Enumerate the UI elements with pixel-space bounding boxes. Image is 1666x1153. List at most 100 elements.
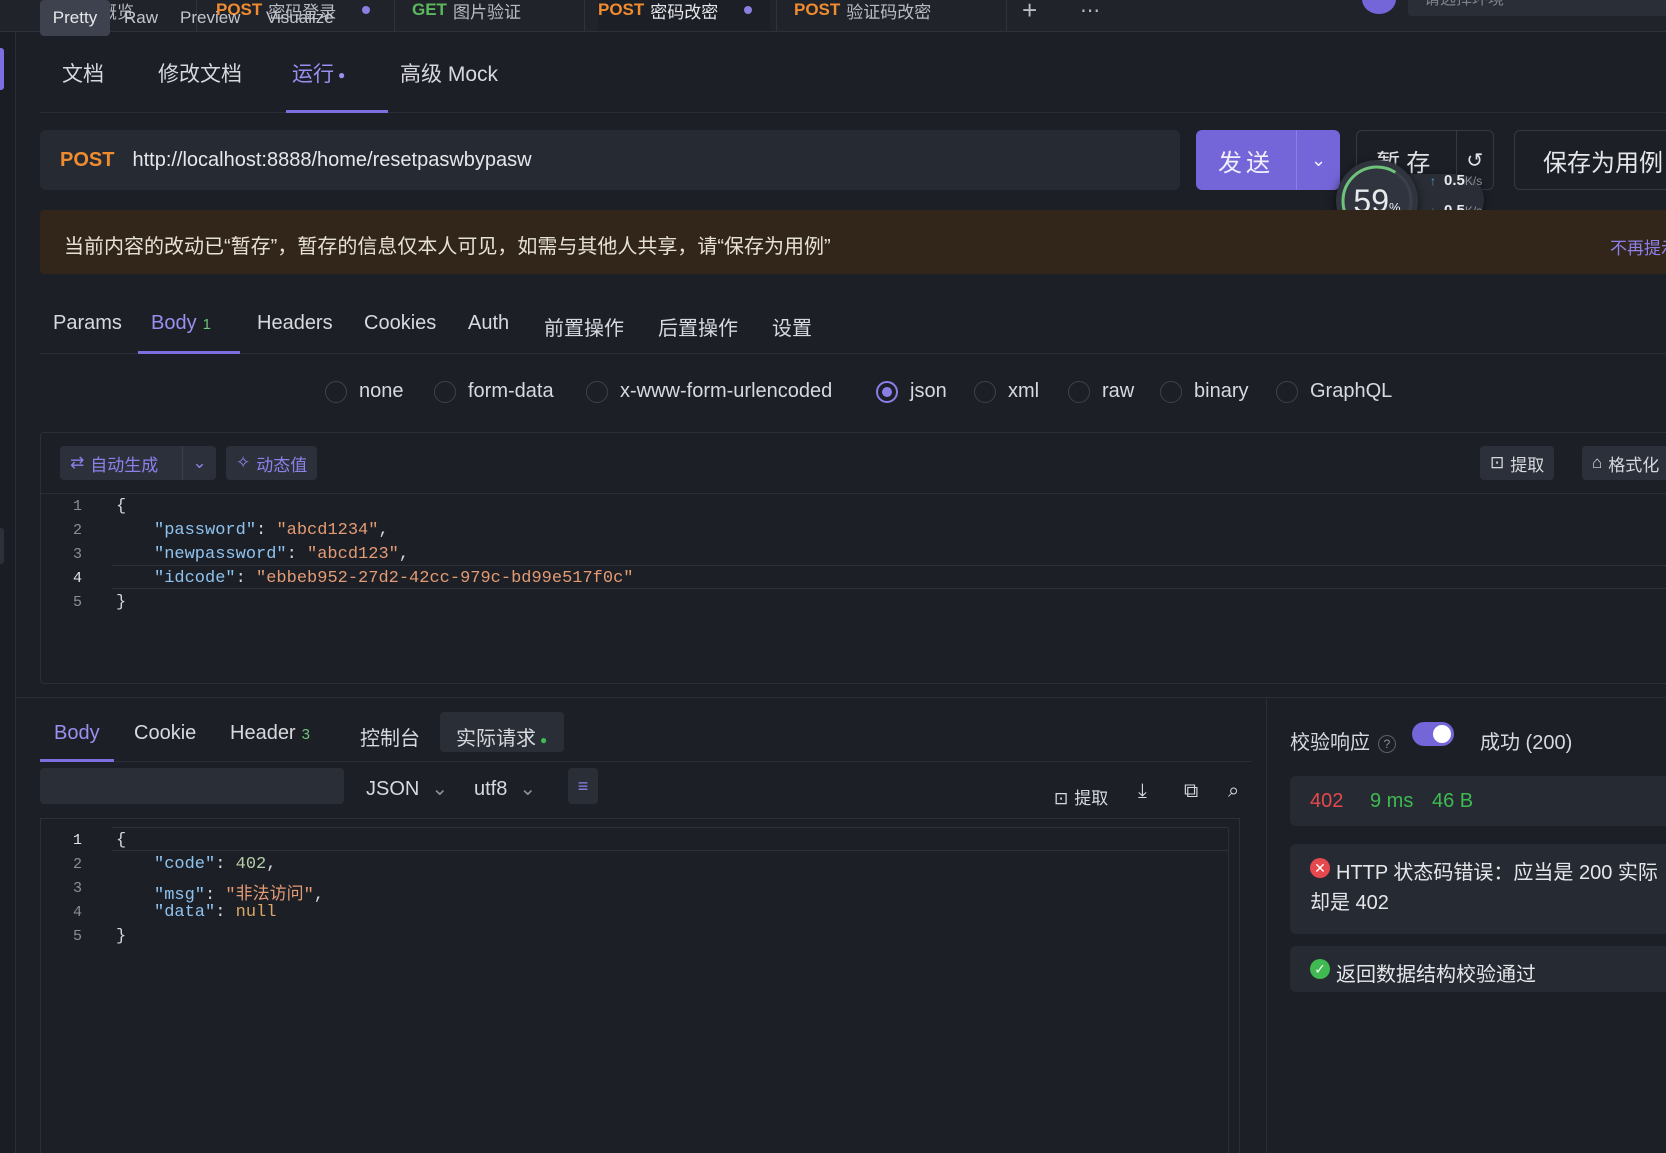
code-line[interactable]: "password": "abcd1234", (154, 521, 389, 540)
view-raw[interactable]: Raw (124, 0, 158, 36)
tab-password-change[interactable]: POST 密码改密 (598, 0, 771, 31)
code-line[interactable]: { (116, 497, 126, 516)
scrollbar-track[interactable] (1228, 828, 1229, 1153)
code-line[interactable]: "idcode": "ebbeb952-27d2-42cc-979c-bd99e… (154, 569, 634, 588)
radio-form-data[interactable]: form-data (434, 380, 554, 403)
dynamic-value-button[interactable]: ✧ 动态值 (226, 446, 318, 480)
resp-tab-cookie[interactable]: Cookie (134, 722, 196, 745)
code-line[interactable]: "msg": "非法访问", (154, 879, 324, 905)
tab-label: 图片验证 (452, 2, 521, 22)
swap-icon: ⇄ (70, 453, 85, 472)
send-label: 发送 (1218, 149, 1274, 177)
save-as-case-button[interactable]: 保存为用例 (1514, 130, 1666, 190)
add-tab-icon[interactable]: + (1022, 0, 1037, 31)
url-input[interactable]: http://localhost:8888/home/resetpaswbypa… (132, 149, 531, 172)
radio-urlencoded[interactable]: x-www-form-urlencoded (586, 380, 832, 403)
extract-icon: ⊡ (1490, 453, 1505, 472)
format-icon: ⌂ (1592, 453, 1603, 472)
banner-text: 当前内容的改动已“暂存”，暂存的信息仅本人可见，如需与其他人共享，请“保存为用例… (64, 236, 831, 258)
code-line[interactable]: "code": 402, (154, 855, 276, 874)
method-badge: POST (794, 0, 841, 19)
resp-tab-body[interactable]: Body (54, 722, 100, 745)
tab-run[interactable]: 运行 ● (292, 58, 345, 88)
tab-headers[interactable]: Headers (257, 312, 333, 335)
resp-tab-header[interactable]: Header 3 (230, 722, 310, 745)
unsaved-dot: ● (338, 68, 346, 83)
copy-icon[interactable]: ⧉ (1184, 780, 1198, 803)
active-subtab-indicator (138, 351, 240, 354)
radio-none[interactable]: none (325, 380, 404, 403)
schema-ok-text: 返回数据结构校验通过 (1336, 964, 1536, 986)
search-icon[interactable]: ⌕ (1228, 780, 1239, 803)
radio-binary[interactable]: binary (1160, 380, 1248, 403)
tab-docs[interactable]: 文档 (62, 58, 104, 88)
tab-edit-docs[interactable]: 修改文档 (158, 58, 242, 88)
tab-auth[interactable]: Auth (468, 312, 509, 335)
validation-result[interactable]: 成功 (200) (1480, 726, 1572, 755)
error-text-line2: 却是 402 (1310, 892, 1389, 914)
view-visualize[interactable]: Visualize (266, 0, 334, 36)
avatar[interactable] (1362, 0, 1396, 14)
radio-raw[interactable]: raw (1068, 380, 1134, 403)
chevron-down-icon[interactable]: ⌄ (1296, 130, 1340, 190)
tab-pre-ops[interactable]: 前置操作 (544, 312, 624, 341)
method-select[interactable]: POST (60, 149, 114, 172)
upload-speed: ↑ 0.5K/s (1430, 172, 1483, 189)
rail-handle[interactable] (0, 528, 4, 564)
code-line[interactable]: } (116, 927, 126, 946)
extract-button[interactable]: ⊡ 提取 (1480, 446, 1555, 480)
validate-toggle[interactable] (1412, 722, 1454, 746)
status-dot: ● (540, 732, 548, 747)
format-button[interactable]: ⌂ 格式化 (1582, 446, 1666, 480)
resp-extract-button[interactable]: ⊡ 提取 (1054, 784, 1108, 809)
view-pretty[interactable]: Pretty (40, 0, 110, 36)
extract-icon: ⊡ (1054, 789, 1069, 808)
tab-code-change[interactable]: POST 验证码改密 (794, 0, 931, 31)
status-error-box: ✕ HTTP 状态码错误：应当是 200 实际 却是 402 (1290, 844, 1666, 934)
line-number: 2 (72, 856, 82, 873)
auto-generate-button[interactable]: ⇄ 自动生成 ⌄ (60, 446, 216, 480)
schema-ok-box: ✓ 返回数据结构校验通过 (1290, 946, 1666, 992)
tab-body[interactable]: Body 1 (151, 312, 211, 335)
send-button[interactable]: 发送 ⌄ (1196, 130, 1340, 190)
environment-select[interactable]: 请选择环境 (1408, 0, 1666, 16)
top-tab-bar: ▢ 项目概览 POST 密码登录 GET 图片验证 POST 密码改密 POST… (0, 0, 1666, 32)
format-select[interactable]: JSON ⌄ (366, 776, 448, 801)
radio-graphql[interactable]: GraphQL (1276, 380, 1392, 403)
line-number: 5 (72, 928, 82, 945)
radio-json[interactable]: json (876, 380, 947, 403)
actual-request-label: 实际请求 ● (456, 728, 548, 750)
code-line[interactable]: "newpassword": "abcd123", (154, 545, 409, 564)
response-time: 9 ms (1370, 790, 1414, 812)
line-number: 4 (72, 570, 82, 587)
more-icon[interactable]: ⋯ (1080, 0, 1100, 31)
tab-cookies[interactable]: Cookies (364, 312, 436, 335)
download-icon[interactable]: ⤓ (1138, 780, 1147, 803)
code-line[interactable]: "data": null (154, 903, 276, 922)
tab-post-ops[interactable]: 后置操作 (658, 312, 738, 341)
chevron-down-icon: ⌄ (431, 778, 449, 800)
encoding-select[interactable]: utf8 ⌄ (474, 776, 536, 801)
chevron-down-icon: ⌄ (519, 778, 537, 800)
wrap-icon[interactable]: ≡ (568, 768, 598, 804)
radio-xml[interactable]: xml (974, 380, 1039, 403)
tab-settings[interactable]: 设置 (772, 312, 812, 341)
tab-advanced-mock[interactable]: 高级 Mock (400, 58, 498, 88)
check-icon: ✓ (1310, 959, 1330, 979)
line-number: 1 (72, 832, 82, 849)
view-preview[interactable]: Preview (180, 0, 240, 36)
code-line[interactable]: { (116, 831, 126, 850)
tab-params[interactable]: Params (53, 312, 122, 335)
url-bar[interactable]: POST http://localhost:8888/home/resetpas… (40, 130, 1180, 190)
dismiss-link[interactable]: 不再提示 (1610, 234, 1666, 259)
tab-image-captcha[interactable]: GET 图片验证 (412, 0, 521, 31)
code-line[interactable]: } (116, 593, 126, 612)
line-number: 3 (72, 880, 82, 897)
arrow-up-icon: ↑ (1430, 174, 1436, 188)
sub-tabs-divider (40, 353, 1666, 354)
chevron-down-icon: ⌄ (182, 446, 216, 480)
doc-tabs-divider (40, 112, 1666, 113)
resp-tab-console[interactable]: 控制台 (360, 722, 420, 751)
tab-label: 密码改密 (650, 2, 719, 22)
validate-response-label: 校验响应? (1290, 726, 1396, 755)
